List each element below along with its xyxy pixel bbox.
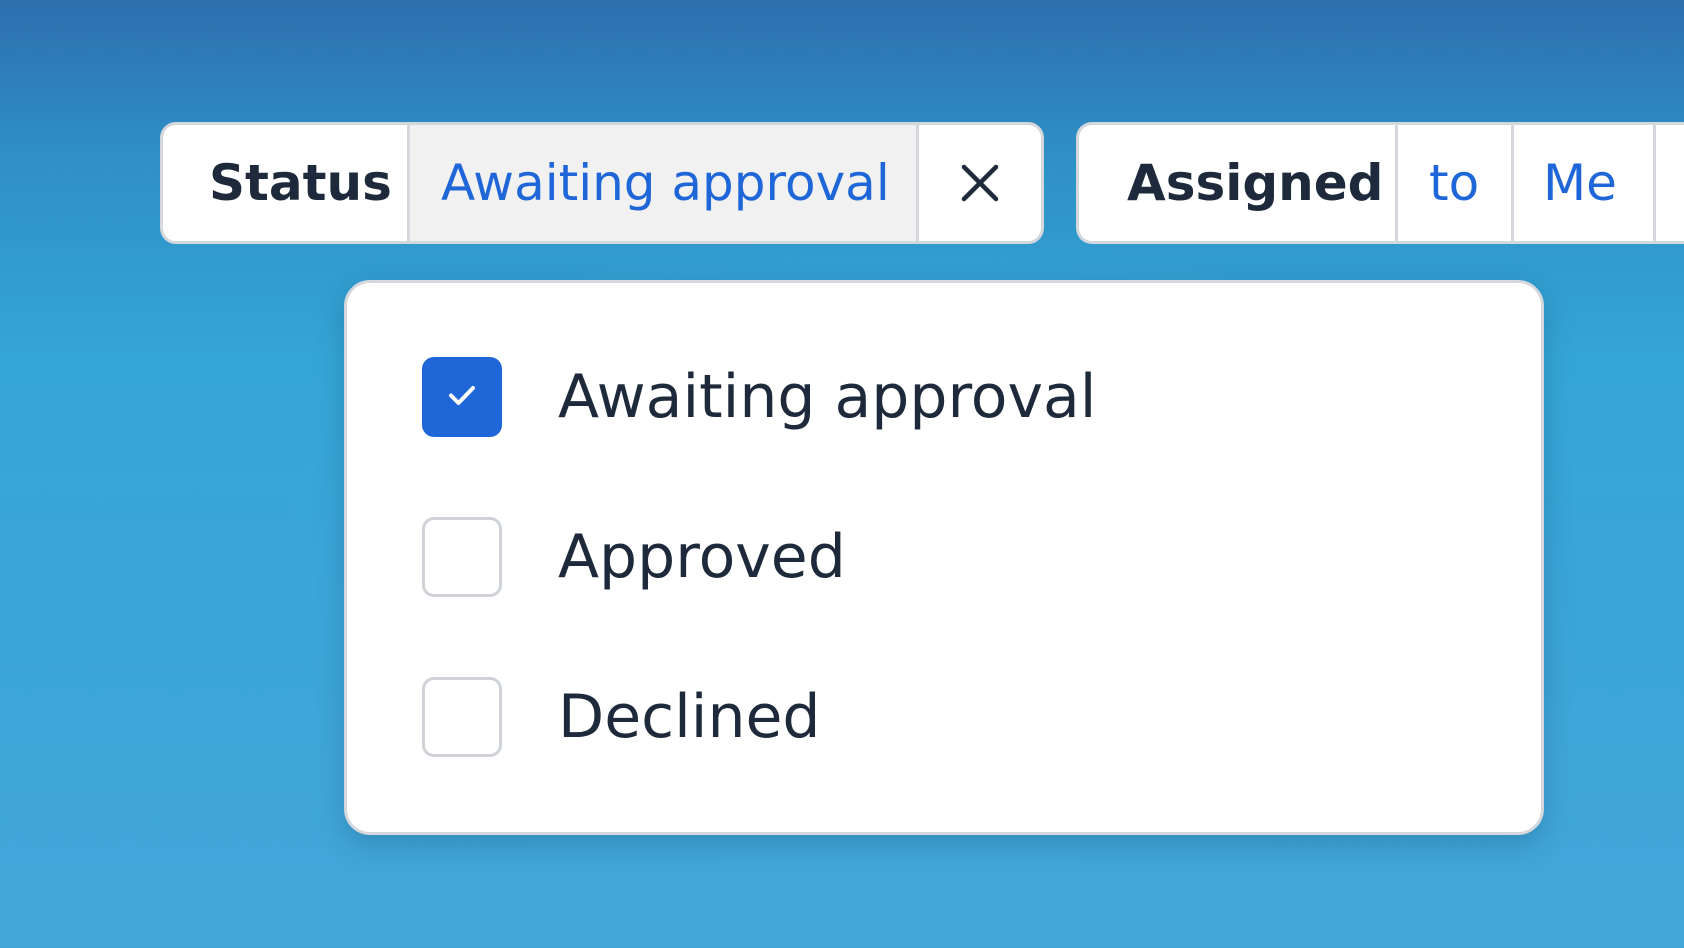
status-filter-chip: Status Awaiting approval <box>160 122 1044 244</box>
approved-checkbox[interactable] <box>422 517 502 597</box>
status-option-approved[interactable]: Approved <box>422 517 846 597</box>
clear-status-filter-button[interactable] <box>916 125 1041 241</box>
check-icon <box>444 377 480 417</box>
status-filter-value[interactable]: Awaiting approval <box>407 125 916 241</box>
assigned-filter-overflow-segment[interactable] <box>1653 125 1684 241</box>
option-label: Declined <box>558 682 821 752</box>
status-option-declined[interactable]: Declined <box>422 677 820 757</box>
assigned-filter-operator[interactable]: to <box>1395 125 1511 241</box>
option-label: Approved <box>558 522 846 592</box>
status-options-dropdown: Awaiting approval Approved Declined <box>344 280 1544 835</box>
status-filter-label[interactable]: Status <box>163 125 407 241</box>
assigned-filter-chip: Assigned to Me <box>1076 122 1684 244</box>
awaiting-approval-checkbox[interactable] <box>422 357 502 437</box>
option-label: Awaiting approval <box>558 362 1097 432</box>
close-icon <box>960 163 1000 203</box>
assigned-filter-label[interactable]: Assigned <box>1079 125 1395 241</box>
status-option-awaiting-approval[interactable]: Awaiting approval <box>422 357 1096 437</box>
declined-checkbox[interactable] <box>422 677 502 757</box>
assigned-filter-value[interactable]: Me <box>1511 125 1653 241</box>
